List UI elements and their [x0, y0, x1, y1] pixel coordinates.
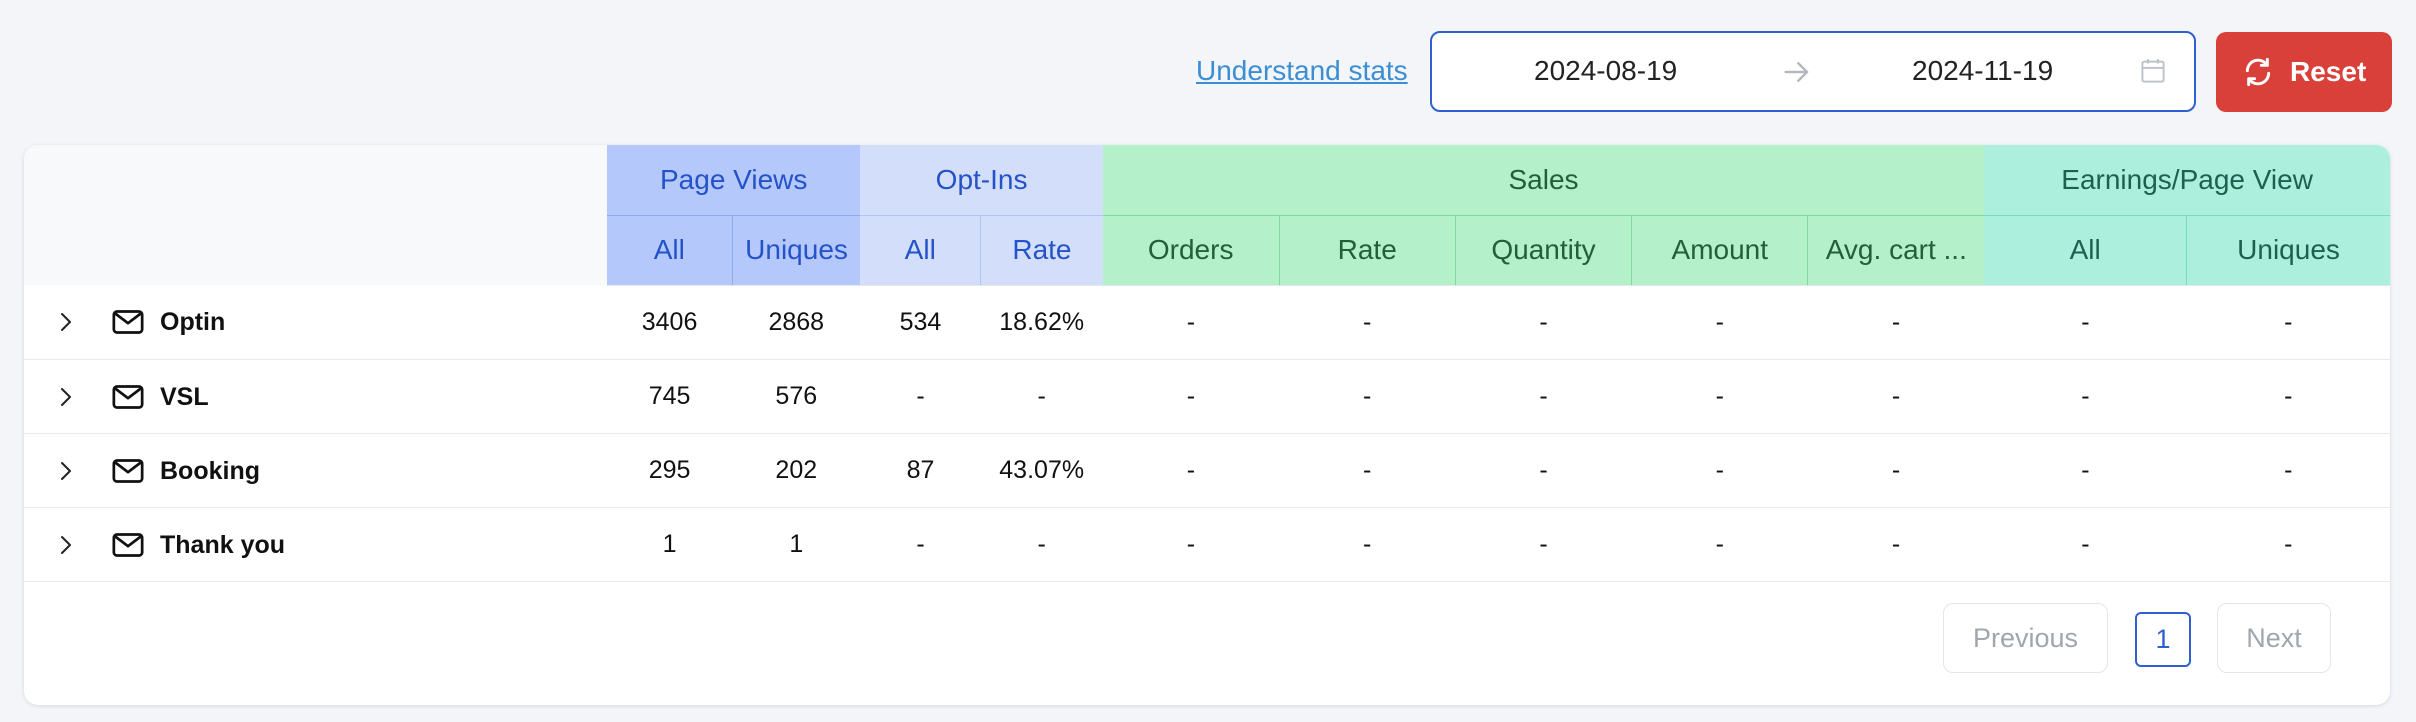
table-cell: 295 [606, 433, 733, 508]
toolbar: Understand stats 2024-08-19 2024-11-19 R… [0, 0, 2416, 145]
table-cell: - [1102, 359, 1280, 434]
mail-icon [112, 532, 144, 557]
table-row[interactable]: VSL 745 576- - - - - - - - - [24, 359, 2390, 434]
stats-table: Page Views Opt-Ins Sales Earnings/Page V… [24, 145, 2390, 582]
arrow-right-icon [1784, 62, 1809, 82]
opt-ins-rate-header[interactable]: Rate [980, 215, 1103, 286]
next-page-button[interactable]: Next [2217, 603, 2331, 673]
table-cell: 576 [732, 359, 861, 434]
table-cell: - [2186, 433, 2390, 508]
table-row[interactable]: Thank you 1 1- - - - - - - - - [24, 507, 2390, 582]
table-cell: - [1807, 285, 1985, 360]
row-name-cell: Thank you [24, 507, 607, 582]
mail-icon [112, 384, 144, 409]
table-cell: - [980, 359, 1103, 434]
calendar-icon [2141, 59, 2165, 83]
name-header [24, 145, 607, 285]
page-1-button[interactable]: 1 [2135, 612, 2191, 667]
table-cell: - [1455, 433, 1632, 508]
sales-rate-header[interactable]: Rate [1278, 215, 1456, 286]
table-cell: - [860, 359, 981, 434]
table-cell: - [980, 507, 1103, 582]
earnings-all-header[interactable]: All [1984, 215, 2187, 286]
table-cell: 2868 [732, 285, 861, 360]
row-name: Optin [160, 308, 226, 336]
page-views-all-header[interactable]: All [606, 215, 733, 286]
table-cell: 202 [732, 433, 861, 508]
date-end-input[interactable]: 2024-11-19 [1912, 55, 2053, 87]
table-cell: 87 [860, 433, 981, 508]
table-cell: 18.62% [980, 285, 1103, 360]
table-cell: - [1984, 359, 2187, 434]
table-cell: - [1102, 433, 1280, 508]
sales-header: Sales [1102, 145, 1985, 216]
table-cell: - [1984, 285, 2187, 360]
table-cell: - [1279, 359, 1456, 434]
chevron-right-icon[interactable] [54, 309, 78, 335]
table-cell: - [2186, 285, 2390, 360]
table-cell: - [860, 507, 981, 582]
table-cell: - [1279, 285, 1456, 360]
table-cell: - [2186, 507, 2390, 582]
earnings-header: Earnings/Page View [1984, 145, 2390, 216]
page-views-uniques-header[interactable]: Uniques [731, 215, 861, 286]
refresh-icon [2245, 57, 2271, 87]
row-name-cell: Booking [24, 433, 607, 508]
understand-stats-link[interactable]: Understand stats [1196, 55, 1408, 87]
table-cell: 1 [732, 507, 861, 582]
table-cell: - [2186, 359, 2390, 434]
table-cell: 1 [606, 507, 733, 582]
table-cell: - [1102, 285, 1280, 360]
table-cell: 3406 [606, 285, 733, 360]
table-cell: - [1984, 433, 2187, 508]
table-row[interactable]: Booking 295 202 87 43.07% - - - - - - - [24, 433, 2390, 508]
table-cell: - [1455, 507, 1632, 582]
reset-label: Reset [2290, 56, 2367, 87]
stats-table-card: Page Views Opt-Ins Sales Earnings/Page V… [24, 145, 2390, 705]
row-name: Thank you [160, 530, 286, 559]
previous-page-button[interactable]: Previous [1943, 603, 2108, 673]
row-name: VSL [160, 382, 209, 411]
table-cell: - [1279, 507, 1456, 582]
table-cell: - [1102, 507, 1280, 582]
table-row[interactable]: Optin 3406 2868 534 18.62% - - - - - - - [24, 285, 2390, 360]
chevron-right-icon[interactable] [54, 532, 78, 558]
table-cell: - [1455, 285, 1632, 360]
table-cell: - [1455, 359, 1632, 434]
table-cell: - [1807, 507, 1985, 582]
table-cell: - [1279, 433, 1456, 508]
table-cell: 43.07% [980, 433, 1103, 508]
table-cell: - [1807, 359, 1985, 434]
opt-ins-header: Opt-Ins [860, 145, 1103, 216]
table-cell: - [1984, 507, 2187, 582]
sales-amount-header[interactable]: Amount [1631, 215, 1808, 286]
row-name: Booking [160, 456, 260, 485]
mail-icon [112, 458, 144, 483]
mail-icon [112, 310, 144, 334]
sales-quantity-header[interactable]: Quantity [1454, 215, 1632, 286]
chevron-right-icon[interactable] [54, 384, 78, 410]
table-cell: 534 [860, 285, 981, 360]
opt-ins-all-header[interactable]: All [860, 215, 981, 286]
sales-orders-header[interactable]: Orders [1102, 215, 1280, 286]
chevron-right-icon[interactable] [54, 458, 78, 484]
table-cell: - [1631, 359, 1808, 434]
row-name-cell: Optin [24, 285, 607, 360]
page-views-header: Page Views [606, 145, 861, 216]
earnings-uniques-header[interactable]: Uniques [2186, 215, 2390, 286]
date-start-input[interactable]: 2024-08-19 [1534, 55, 1677, 87]
reset-button[interactable]: Reset [2216, 32, 2392, 112]
row-name-cell: VSL [24, 359, 607, 434]
table-cell: - [1631, 433, 1808, 508]
pagination: Previous 1 Next [24, 591, 2390, 673]
table-cell: - [1631, 507, 1808, 582]
table-cell: - [1807, 433, 1985, 508]
table-cell: - [1631, 285, 1808, 360]
sales-avg-cart-header[interactable]: Avg. cart ... [1807, 215, 1985, 286]
date-range-picker[interactable]: 2024-08-19 2024-11-19 [1430, 31, 2196, 112]
table-cell: 745 [606, 359, 733, 434]
